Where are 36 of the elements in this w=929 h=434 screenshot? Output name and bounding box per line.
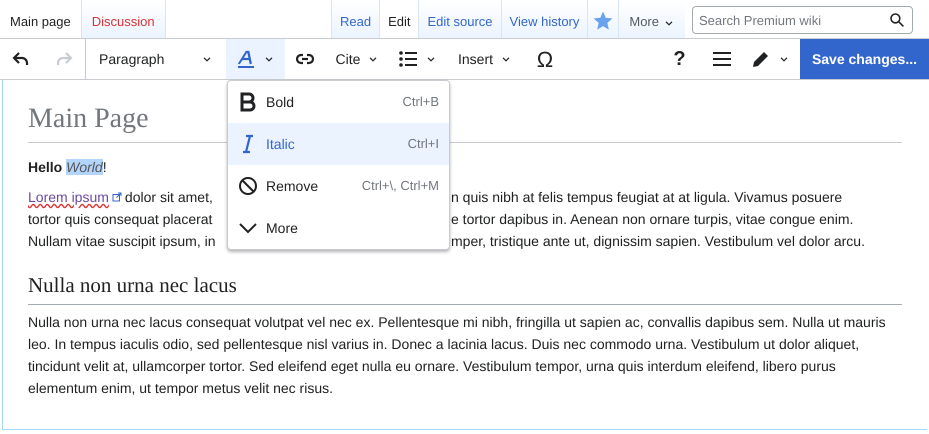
section-heading: Nulla non urna nec lacus xyxy=(28,270,902,304)
view-tab[interactable]: Edit source xyxy=(418,0,501,38)
external-link-icon xyxy=(112,192,122,202)
search-field[interactable]: Search Premium wiki xyxy=(692,6,913,34)
page-tab[interactable]: Discussion xyxy=(82,0,166,38)
paragraph-text: mper, tristique ante ut, dignissim sapien. Vestibulum vel dolor arcu. xyxy=(451,232,865,251)
save-changes-button[interactable]: Save changes... xyxy=(800,39,929,79)
style-tool-button[interactable] xyxy=(226,39,285,79)
menu-item[interactable]: Italic Ctrl+I xyxy=(228,123,449,165)
paragraph-text: tortor quis consequat placerat xyxy=(28,210,212,229)
shortcut-text: Ctrl+\, Ctrl+M xyxy=(362,177,439,196)
help-tool-button[interactable]: ? xyxy=(656,39,702,79)
star-icon xyxy=(594,12,612,30)
search-icon xyxy=(889,12,905,28)
more-menu-button[interactable]: More xyxy=(618,0,685,38)
view-tab[interactable]: Read xyxy=(331,0,380,38)
watch-star-button[interactable] xyxy=(587,0,618,38)
cite-tool-button[interactable]: Cite xyxy=(325,39,390,79)
paragraph-text: e tortor dapibus in. Aenean non ornare turpis, vitae congue enim. xyxy=(451,210,854,229)
insert-tool-button[interactable]: Insert xyxy=(445,39,525,79)
view-tab[interactable]: View history xyxy=(500,0,588,38)
text-style-icon xyxy=(236,49,256,69)
bulleted-list-icon xyxy=(398,49,418,69)
menu-item[interactable]: Remove Ctrl+\, Ctrl+M xyxy=(228,165,449,207)
special-tool-button[interactable]: Ω xyxy=(525,39,565,79)
paragraph-text: dolor sit amet, xyxy=(124,188,213,207)
greeting-text: Hello World! xyxy=(28,158,108,177)
external-link[interactable]: Lorem ipsum xyxy=(28,186,109,208)
paragraph-text: n quis nibh at felis tempus feugiat at at ligula. Vivamus posuere xyxy=(451,188,842,207)
no-sign-icon xyxy=(238,176,258,196)
view-tab[interactable]: Edit xyxy=(379,0,418,38)
menu-item[interactable]: More xyxy=(228,207,449,249)
bold-icon xyxy=(238,92,258,112)
paragraph-text: Nulla non urna nec lacus consequat volutpat vel nec ex. Pellentesque mi nibh, fringilla ut sapien ac, convallis dapibus sem. Nulla ut mauris leo. In tempus iaculis odio, sed pellentesque nisl varius in. Donec a lacinia lacus. Duis nec commodo urna. Vestibulum ut dolor aliquet, tincidunt velit at, ullamcorper tortor. Sed eleifend eget nulla eu ornare. Vestibulum tempor, urna quis interdum eleifend, libero purus elementum enim, ut tempor metus velit nec risus. xyxy=(28,312,887,398)
menu-icon xyxy=(712,49,732,69)
paragraph-text: Nullam vitae suscipit ipsum, in xyxy=(28,232,216,251)
